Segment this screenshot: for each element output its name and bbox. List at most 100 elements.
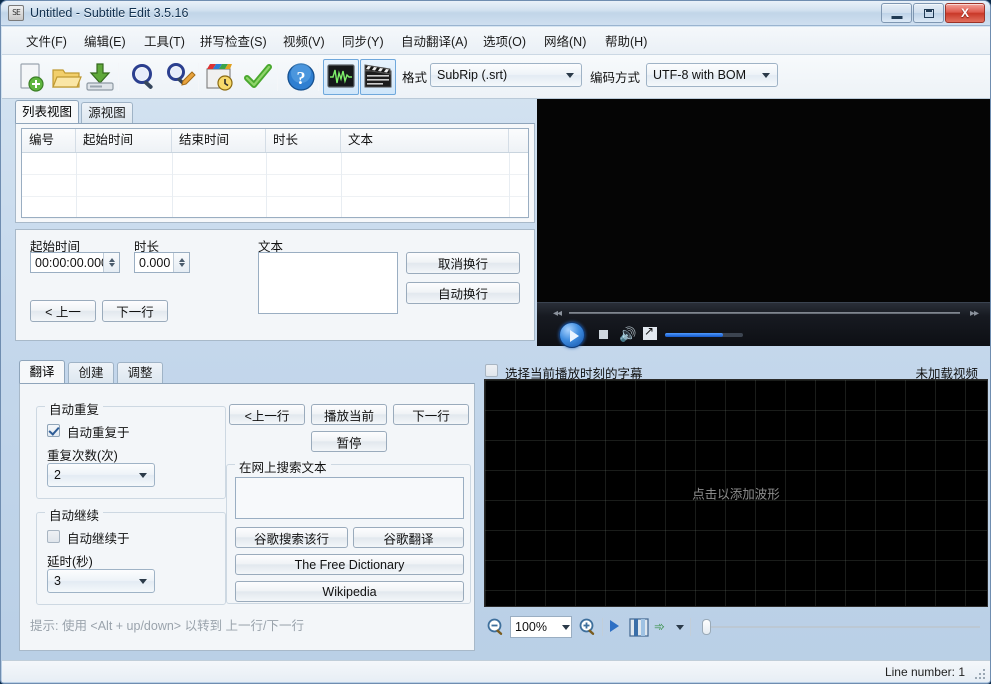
format-combobox[interactable]: SubRip (.srt): [430, 63, 582, 87]
listview-tabstrip: 列表视图 源视图: [15, 102, 215, 125]
seek-slider[interactable]: [569, 312, 960, 314]
new-file-icon[interactable]: [16, 61, 48, 93]
zoom-out-icon[interactable]: [486, 617, 506, 637]
tab-translate[interactable]: 翻译: [19, 360, 65, 383]
previous-line-button[interactable]: < 上一: [30, 300, 96, 322]
auto-continue-checkbox-label: 自动继续于: [67, 528, 130, 547]
column-header-spacer: [509, 129, 528, 152]
tab-create[interactable]: 创建: [68, 362, 114, 383]
zoom-in-icon[interactable]: [578, 617, 598, 637]
pause-button[interactable]: 暂停: [311, 431, 387, 452]
play-icon[interactable]: [559, 322, 585, 348]
column-header-text[interactable]: 文本: [341, 129, 509, 152]
video-surface[interactable]: [537, 99, 991, 302]
app-icon: SE: [8, 5, 24, 21]
menu-autotranslate[interactable]: 自动翻译(A): [399, 33, 470, 51]
spell-check-icon[interactable]: [242, 61, 274, 93]
start-time-input[interactable]: 00:00:00.000: [30, 252, 120, 273]
waveform-slider-handle[interactable]: [702, 619, 711, 635]
auto-repeat-group-label: 自动重复: [45, 399, 103, 418]
column-header-end[interactable]: 结束时间: [172, 129, 266, 152]
fix-timing-icon[interactable]: [204, 61, 236, 93]
application-window: SE Untitled - Subtitle Edit 3.5.16 X 文件(…: [0, 0, 991, 684]
column-header-number[interactable]: 编号: [22, 129, 76, 152]
table-row[interactable]: [22, 197, 528, 219]
waveform-toggle-icon[interactable]: [323, 59, 359, 95]
encoding-label: 编码方式: [590, 67, 640, 86]
fast-forward-icon[interactable]: ➾: [654, 621, 665, 633]
table-row[interactable]: [22, 153, 528, 175]
menu-file[interactable]: 文件(F): [24, 33, 69, 51]
repeat-count-combobox[interactable]: 2: [47, 463, 155, 487]
duration-stepper[interactable]: [173, 253, 189, 272]
video-toggle-icon[interactable]: [360, 59, 396, 95]
unbreak-button[interactable]: 取消换行: [406, 252, 520, 274]
minimize-button[interactable]: [881, 3, 912, 23]
column-header-start[interactable]: 起始时间: [76, 129, 172, 152]
help-icon[interactable]: ?: [285, 61, 317, 93]
translate-next-line-label: 下一行: [394, 405, 468, 424]
menu-edit[interactable]: 编辑(E): [82, 33, 128, 51]
tab-listview[interactable]: 列表视图: [15, 100, 79, 123]
tab-create-label: 创建: [78, 366, 103, 380]
encoding-value: UTF-8 with BOM: [653, 68, 746, 82]
close-button[interactable]: X: [945, 3, 985, 23]
tab-sourceview[interactable]: 源视图: [81, 102, 133, 123]
auto-continue-checkbox[interactable]: [47, 530, 60, 543]
menu-help[interactable]: 帮助(H): [603, 33, 649, 51]
subtitle-list-grid[interactable]: 编号 起始时间 结束时间 时长 文本: [21, 128, 529, 218]
volume-icon[interactable]: 🔊: [619, 327, 637, 341]
table-row[interactable]: [22, 175, 528, 197]
forward-icon[interactable]: ▸▸: [970, 308, 978, 319]
grid-icon[interactable]: [629, 618, 649, 637]
tab-adjust[interactable]: 调整: [117, 362, 163, 383]
menu-network[interactable]: 网络(N): [542, 33, 588, 51]
replace-icon[interactable]: [164, 61, 196, 93]
next-line-button[interactable]: 下一行: [102, 300, 168, 322]
wikipedia-button[interactable]: Wikipedia: [235, 581, 464, 602]
toolbar-separator-2: [198, 63, 199, 91]
free-dictionary-button[interactable]: The Free Dictionary: [235, 554, 464, 575]
waveform-panel[interactable]: 点击以添加波形: [484, 379, 988, 607]
google-search-line-button[interactable]: 谷歌搜索该行: [235, 527, 348, 548]
menu-tools[interactable]: 工具(T): [142, 33, 187, 51]
open-folder-icon[interactable]: [50, 61, 82, 93]
waveform-zoom-value: 100%: [515, 620, 547, 634]
volume-slider[interactable]: [665, 333, 743, 337]
web-search-group: 在网上搜索文本 谷歌搜索该行 谷歌翻译 The Free Dictionary …: [226, 464, 471, 604]
maximize-button[interactable]: [913, 3, 944, 23]
stop-icon[interactable]: [599, 330, 608, 339]
menu-spellcheck[interactable]: 拼写检查(S): [198, 33, 269, 51]
auto-repeat-checkbox[interactable]: [47, 424, 60, 437]
waveform-position-slider[interactable]: [706, 626, 980, 628]
translate-prev-line-button[interactable]: <上一行: [229, 404, 305, 425]
find-icon[interactable]: [128, 61, 160, 93]
chevron-down-icon-5[interactable]: [562, 625, 570, 630]
play-current-label: 播放当前: [312, 405, 386, 424]
chevron-down-icon-6[interactable]: [676, 625, 684, 630]
translate-next-line-button[interactable]: 下一行: [393, 404, 469, 425]
fullscreen-icon[interactable]: [643, 327, 657, 340]
play-icon[interactable]: [610, 620, 619, 632]
web-search-input[interactable]: [235, 477, 464, 519]
encoding-combobox[interactable]: UTF-8 with BOM: [646, 63, 778, 87]
bottom-left-panel: 自动重复 自动重复于 重复次数(次) 2 自动继续 自动继续于 延时(秒) 3 …: [19, 383, 475, 651]
select-current-subtitle-checkbox[interactable]: [485, 364, 498, 377]
menu-video[interactable]: 视频(V): [281, 33, 327, 51]
subtitle-text-input[interactable]: [258, 252, 398, 314]
save-icon[interactable]: [84, 61, 116, 93]
rewind-icon[interactable]: ◂◂: [553, 308, 561, 319]
duration-input[interactable]: 0.000: [134, 252, 190, 273]
auto-continue-group: 自动继续 自动继续于 延时(秒) 3: [36, 512, 226, 605]
waveform-separator: [602, 618, 603, 636]
video-player-panel[interactable]: ◂◂ ▸▸ 🔊: [537, 99, 991, 346]
autobreak-button[interactable]: 自动换行: [406, 282, 520, 304]
delay-combobox[interactable]: 3: [47, 569, 155, 593]
menu-options[interactable]: 选项(O): [481, 33, 528, 51]
menu-sync[interactable]: 同步(Y): [340, 33, 386, 51]
play-current-button[interactable]: 播放当前: [311, 404, 387, 425]
google-translate-button[interactable]: 谷歌翻译: [353, 527, 464, 548]
resize-gripper[interactable]: [975, 667, 987, 679]
column-header-duration[interactable]: 时长: [266, 129, 341, 152]
start-time-stepper[interactable]: [103, 253, 119, 272]
